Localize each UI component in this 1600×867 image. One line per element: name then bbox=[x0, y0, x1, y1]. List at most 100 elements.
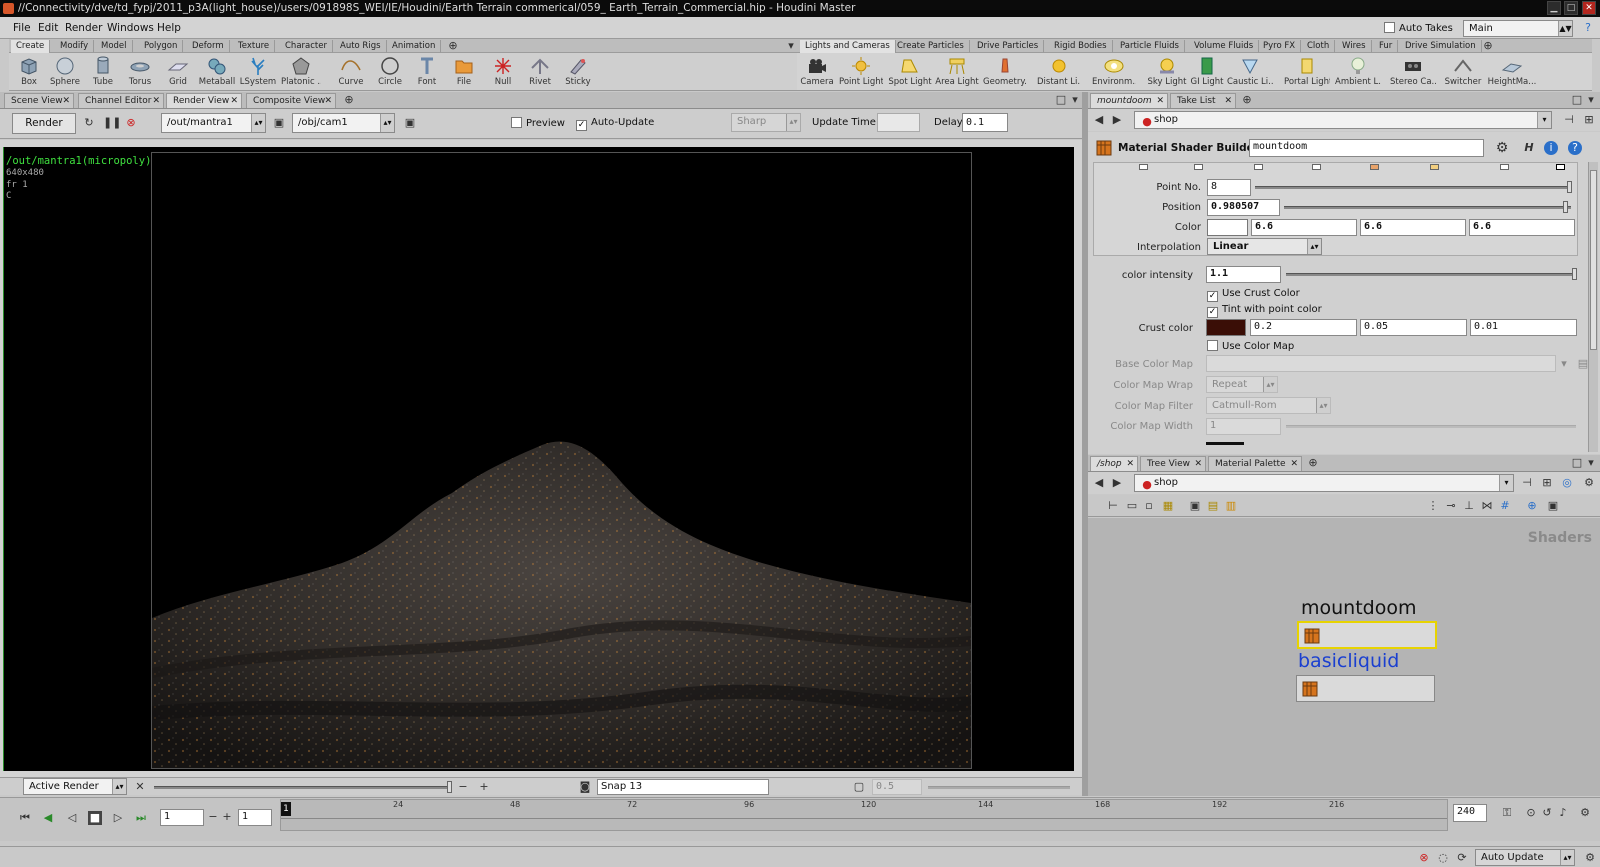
rop-select[interactable]: /out/mantra1 ▴▾ bbox=[161, 113, 266, 133]
shelf-tab-cloth[interactable]: Cloth bbox=[1302, 40, 1336, 53]
maximize-pane-icon[interactable]: □ bbox=[1570, 456, 1584, 470]
pin-icon[interactable]: ⊣ bbox=[1562, 113, 1576, 127]
slider-handle[interactable] bbox=[1563, 201, 1568, 213]
tool-font[interactable]: Font bbox=[407, 55, 447, 89]
menu-help[interactable]: Help bbox=[157, 22, 181, 34]
color-map-width-slider[interactable] bbox=[1286, 425, 1576, 428]
close-tab-icon[interactable]: ✕ bbox=[1290, 457, 1298, 472]
tool-curve[interactable]: Curve bbox=[331, 55, 371, 89]
link-icon[interactable]: ⊞ bbox=[1582, 113, 1596, 127]
forward-arrow-icon[interactable]: ▶ bbox=[1110, 113, 1124, 127]
exposure-icon[interactable]: ▢ bbox=[852, 780, 866, 794]
tool-point-light[interactable]: Point Light bbox=[839, 55, 883, 89]
tool-ambient-light[interactable]: Ambient L... bbox=[1335, 55, 1381, 89]
pin-icon[interactable]: ⊣ bbox=[1520, 476, 1534, 490]
tool-torus[interactable]: Torus bbox=[120, 55, 160, 89]
tool-gi-light[interactable]: GI Light bbox=[1185, 55, 1229, 89]
shelf-tab-drive-simulation[interactable]: Drive Simulation bbox=[1400, 40, 1482, 53]
use-color-map-toggle[interactable]: Use Color Map bbox=[1207, 340, 1294, 352]
add-shelf-icon[interactable]: ⊕ bbox=[446, 39, 460, 53]
keyframe-icon[interactable]: ⚿ bbox=[1500, 806, 1514, 820]
color-map-filter-select[interactable]: Catmull-Rom ▴▾ bbox=[1206, 397, 1331, 414]
step-back-icon[interactable]: ◀ bbox=[41, 811, 55, 825]
tool-area-light[interactable]: Area Light bbox=[935, 55, 979, 89]
shelf-tab-particle-fluids[interactable]: Particle Fluids bbox=[1115, 40, 1185, 53]
pause-icon[interactable]: ❚❚ bbox=[103, 116, 121, 130]
tree-icon[interactable]: ⊢ bbox=[1106, 499, 1120, 513]
ramp-markers[interactable] bbox=[1134, 164, 1574, 172]
grid-toggle-icon[interactable]: # bbox=[1498, 499, 1512, 513]
maximize-pane-icon[interactable]: □ bbox=[1570, 93, 1584, 107]
tab-mountdoom[interactable]: mountdoom ✕ bbox=[1090, 93, 1168, 108]
node-name-field[interactable]: mountdoom bbox=[1249, 139, 1484, 157]
stop-icon[interactable]: ■ bbox=[88, 811, 102, 825]
shelf-tab-volume-fluids[interactable]: Volume Fluids bbox=[1189, 40, 1260, 53]
chevron-down-icon[interactable]: ▾ bbox=[1557, 357, 1571, 371]
network-path-select[interactable]: ● shop ▾ bbox=[1134, 474, 1514, 492]
rop-jump-icon[interactable]: ▣ bbox=[272, 116, 286, 130]
tool-platonic[interactable]: Platonic ... bbox=[281, 55, 321, 89]
ramp-key[interactable] bbox=[1139, 164, 1148, 170]
color-map-width-field[interactable]: 1 bbox=[1206, 418, 1281, 435]
tint-toggle[interactable]: ✓ Tint with point color bbox=[1207, 304, 1322, 318]
pane-menu-icon[interactable]: ▾ bbox=[1584, 93, 1598, 107]
frame-step-field[interactable]: 1 bbox=[238, 809, 272, 826]
color-intensity-slider[interactable] bbox=[1286, 273, 1576, 276]
ramp-key[interactable] bbox=[1500, 164, 1509, 170]
auto-update-toggle[interactable]: ✓ Auto-Update bbox=[576, 117, 654, 131]
ramp-key[interactable] bbox=[1370, 164, 1379, 170]
tab-take-list[interactable]: Take List ✕ bbox=[1170, 93, 1236, 108]
crust-r-field[interactable]: 0.2 bbox=[1250, 319, 1357, 336]
plus-icon[interactable]: + bbox=[477, 780, 491, 794]
update-mode-select[interactable]: Auto Update ▴▾ bbox=[1475, 849, 1575, 866]
houdini-help-icon[interactable]: H bbox=[1522, 141, 1536, 155]
timeline-track[interactable]: 1 24 48 72 96 120 144 168 192 216 bbox=[280, 799, 1448, 831]
add-tab-icon[interactable]: ⊕ bbox=[1240, 93, 1254, 107]
exposure-slider[interactable] bbox=[928, 786, 1070, 789]
close-tab-icon[interactable]: ✕ bbox=[1194, 457, 1202, 472]
tool-sticky[interactable]: Sticky bbox=[558, 55, 598, 89]
ramp-key-selected[interactable] bbox=[1556, 164, 1565, 170]
tool-caustic-light[interactable]: Caustic Li... bbox=[1227, 55, 1273, 89]
delay-field[interactable]: 0.1 bbox=[962, 113, 1008, 132]
node-basicliquid[interactable] bbox=[1296, 675, 1435, 702]
minimize-icon[interactable]: ▁ bbox=[1547, 1, 1561, 15]
render-viewport[interactable]: /out/mantra1(micropoly)-18:20:23[1] 640x… bbox=[3, 147, 1074, 771]
material-icon[interactable]: ▥ bbox=[1224, 499, 1238, 513]
tool-distant-light[interactable]: Distant Li... bbox=[1037, 55, 1081, 89]
close-tab-icon[interactable]: ✕ bbox=[1156, 94, 1164, 109]
frame-decrement-icon[interactable]: − bbox=[206, 810, 220, 824]
maximize-icon[interactable]: □ bbox=[1564, 1, 1578, 15]
shelf-tab-rigid-bodies[interactable]: Rigid Bodies bbox=[1049, 40, 1113, 53]
position-field[interactable]: 0.980507 bbox=[1207, 199, 1280, 216]
sticky-note-icon[interactable]: ▤ bbox=[1206, 499, 1220, 513]
tool-file[interactable]: File bbox=[444, 55, 484, 89]
zoom-icon[interactable]: ⊕ bbox=[1525, 499, 1539, 513]
point-no-field[interactable]: 8 bbox=[1207, 179, 1251, 196]
jump-start-icon[interactable]: ⏮ bbox=[18, 811, 32, 825]
sharp-select[interactable]: Sharp ▴▾ bbox=[731, 113, 801, 132]
shelf-tab-auto-rigs[interactable]: Auto Rigs bbox=[335, 40, 387, 53]
tint-checkbox[interactable]: ✓ bbox=[1207, 307, 1218, 318]
tool-environment-light[interactable]: Environm... bbox=[1092, 55, 1136, 89]
camera-jump-icon[interactable]: ▣ bbox=[403, 116, 417, 130]
render-button[interactable]: Render bbox=[12, 113, 76, 134]
timeline-playhead[interactable]: 1 bbox=[281, 802, 291, 816]
menu-edit[interactable]: Edit bbox=[38, 22, 58, 34]
menu-render[interactable]: Render bbox=[65, 22, 102, 34]
tool-camera[interactable]: Camera bbox=[797, 55, 837, 89]
use-color-map-checkbox[interactable] bbox=[1207, 340, 1218, 351]
auto-update-checkbox[interactable]: ✓ bbox=[576, 120, 587, 131]
back-arrow-icon[interactable]: ◀ bbox=[1092, 476, 1106, 490]
ramp-key[interactable] bbox=[1312, 164, 1321, 170]
desktop-select[interactable]: Main ▲▼ bbox=[1463, 20, 1573, 37]
crust-b-field[interactable]: 0.01 bbox=[1470, 319, 1577, 336]
add-tab-icon[interactable]: ⊕ bbox=[342, 93, 356, 107]
shelf-tab-modify[interactable]: Modify bbox=[55, 40, 95, 53]
shelf-tab-deform[interactable]: Deform bbox=[187, 40, 230, 53]
pane-splitter[interactable] bbox=[1082, 92, 1088, 796]
tab-tree-view[interactable]: Tree View ✕ bbox=[1140, 456, 1206, 471]
thumbnail-icon[interactable]: ▫ bbox=[1142, 499, 1156, 513]
shelf-menu-icon[interactable]: ▾ bbox=[784, 39, 798, 53]
close-tab-icon[interactable]: ✕ bbox=[324, 94, 332, 109]
